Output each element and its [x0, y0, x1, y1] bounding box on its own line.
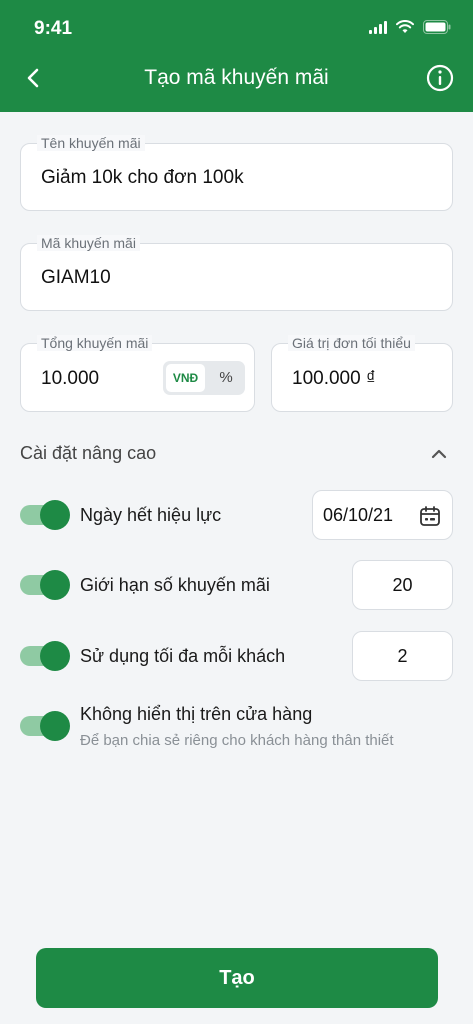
promo-code-input[interactable]: GIAM10 — [41, 267, 111, 289]
promo-code-field[interactable]: Mã khuyến mãi GIAM10 — [20, 235, 453, 311]
total-discount-field[interactable]: Tổng khuyến mãi 10.000 VNĐ % — [20, 335, 255, 412]
limit-label: Giới hạn số khuyến mãi — [80, 575, 270, 595]
battery-icon — [423, 20, 451, 34]
promo-name-field[interactable]: Tên khuyến mãi Giảm 10k cho đơn 100k — [20, 135, 453, 211]
expiry-label: Ngày hết hiệu lực — [80, 505, 222, 525]
toggle-knob — [40, 570, 70, 600]
expiry-toggle[interactable] — [20, 500, 70, 530]
hide-from-store-subtitle: Để bạn chia sẻ riêng cho khách hàng thân… — [80, 732, 394, 749]
chevron-up-icon — [431, 449, 447, 459]
wifi-icon — [396, 20, 414, 33]
unit-switch: VNĐ % — [163, 361, 245, 395]
total-discount-label: Tổng khuyến mãi — [37, 335, 153, 351]
info-button[interactable] — [425, 63, 455, 93]
info-icon — [426, 64, 454, 92]
page-title: Tạo mã khuyến mãi — [144, 66, 329, 89]
collapse-button[interactable] — [427, 444, 451, 464]
limit-input[interactable]: 20 — [352, 560, 453, 610]
per-customer-input[interactable]: 2 — [352, 631, 453, 681]
status-time: 9:41 — [34, 18, 73, 39]
total-discount-input[interactable]: 10.000 — [41, 368, 99, 390]
promo-name-label: Tên khuyến mãi — [37, 135, 145, 151]
calendar-icon — [420, 506, 440, 526]
min-order-input[interactable]: 100.000 ₫ — [292, 368, 376, 390]
min-order-label: Giá trị đơn tối thiểu — [288, 335, 415, 351]
app-header: 9:41 Tạo mã khuyến mãi — [0, 0, 473, 112]
status-icons — [369, 20, 451, 34]
min-order-field[interactable]: Giá trị đơn tối thiểu 100.000 ₫ — [271, 335, 453, 412]
promo-name-input[interactable]: Giảm 10k cho đơn 100k — [41, 167, 244, 189]
promo-code-label: Mã khuyến mãi — [37, 235, 140, 251]
cellular-signal-icon — [369, 20, 387, 34]
unit-vnd-option[interactable]: VNĐ — [166, 364, 205, 392]
per-customer-label: Sử dụng tối đa mỗi khách — [80, 646, 286, 666]
expiry-date-value: 06/10/21 — [323, 505, 394, 525]
limit-toggle[interactable] — [20, 570, 70, 600]
hide-from-store-label: Không hiển thị trên cửa hàng — [80, 704, 313, 724]
toggle-knob — [40, 641, 70, 671]
advanced-settings-title: Cài đặt nâng cao — [20, 443, 157, 463]
hide-from-store-toggle[interactable] — [20, 711, 70, 741]
toggle-knob — [40, 711, 70, 741]
expiry-date-picker[interactable]: 06/10/21 — [312, 490, 453, 540]
unit-percent-option[interactable]: % — [211, 364, 241, 392]
toggle-knob — [40, 500, 70, 530]
create-button[interactable]: Tạo — [36, 948, 438, 1008]
per-customer-toggle[interactable] — [20, 641, 70, 671]
